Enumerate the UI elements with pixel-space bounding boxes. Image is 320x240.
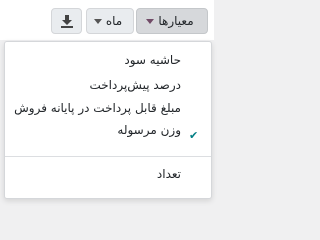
- caret-down-icon: [93, 18, 102, 24]
- pivot-toolbar: معیارها ماه: [0, 0, 214, 40]
- measures-label: معیارها: [158, 14, 194, 28]
- measure-item-down-payment-percent[interactable]: درصد پیش‌پرداخت: [15, 75, 181, 95]
- measure-item-shipping-weight[interactable]: وزن مرسوله: [15, 120, 181, 140]
- download-icon: [60, 15, 73, 28]
- menu-divider: [5, 156, 211, 157]
- measure-item-pos-amount-due[interactable]: مبلغ قابل پرداخت در پایانه فروش: [14, 98, 181, 118]
- download-button[interactable]: [51, 8, 82, 34]
- measures-dropdown-button[interactable]: معیارها: [136, 8, 208, 34]
- checkmark-icon: ✔: [189, 129, 199, 142]
- interval-label: ماه: [105, 14, 123, 28]
- measures-dropdown-menu: حاشیه سود درصد پیش‌پرداخت مبلغ قابل پردا…: [4, 41, 212, 199]
- interval-dropdown-button[interactable]: ماه: [86, 8, 134, 34]
- caret-down-icon: [146, 18, 155, 24]
- measure-item-count[interactable]: تعداد: [15, 164, 181, 184]
- measure-item-margin[interactable]: حاشیه سود: [15, 50, 181, 70]
